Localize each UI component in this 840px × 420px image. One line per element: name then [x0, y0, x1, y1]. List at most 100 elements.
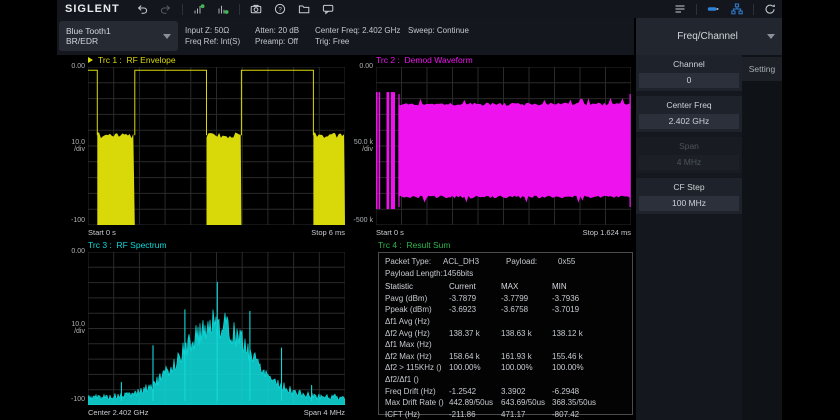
control-cf-step[interactable]: CF Step100 MHz: [636, 178, 742, 214]
settings-field: Input Z: 50ΩFreq Ref: Int(S): [185, 25, 240, 47]
payload-label: Payload:: [506, 256, 537, 268]
stat-name: Δf1 Avg (Hz): [385, 316, 430, 328]
settings-field: Sweep: Continue: [408, 25, 469, 36]
signal-down-icon[interactable]: [216, 2, 230, 16]
active-trace-marker-icon: [88, 57, 93, 63]
undo-icon[interactable]: [135, 2, 149, 16]
lan-icon[interactable]: [730, 2, 744, 16]
trc2-demod-waveform-plot[interactable]: [376, 67, 631, 225]
result-sum-table: Packet Type: ACL_DH3 Payload: 0x55 Paylo…: [378, 252, 633, 415]
stat-value: -3.7019: [552, 304, 579, 316]
settings-field: Center Freq: 2.402 GHzTrig: Free: [315, 25, 400, 47]
chevron-down-icon: [163, 34, 171, 39]
trc3-rf-spectrum-plot[interactable]: [88, 252, 345, 405]
table-row: Packet Type: ACL_DH3 Payload: 0x55: [379, 256, 632, 268]
reset-icon[interactable]: [763, 2, 777, 16]
column-header: Current: [449, 281, 476, 293]
trc3-x-center: Center 2.402 GHz: [88, 408, 148, 417]
toolbar-right-icons: [668, 0, 782, 18]
trc1-title: Trc 1 : RF Envelope: [88, 55, 176, 65]
table-row: Freq Drift (Hz) -1.2542 3.3902 -6.2948: [379, 386, 632, 398]
trc1-x-stop: Stop 6 ms: [245, 228, 345, 237]
measure-mode-dropdown[interactable]: Blue Tooth1 BR/EDR: [59, 21, 178, 51]
stat-value: 100.00%: [552, 362, 584, 374]
stat-value: -3.7936: [552, 293, 579, 305]
trc1-y-top: 0.00: [55, 63, 85, 70]
control-value[interactable]: 100 MHz: [639, 196, 739, 211]
stat-value: 155.46 k: [552, 351, 583, 363]
menu-header-dropdown[interactable]: Freq/Channel: [636, 18, 782, 55]
control-value: 4 MHz: [639, 155, 739, 170]
panel-controls: Channel0 Center Freq2.402 GHz Span4 MHz CF …: [636, 55, 742, 420]
column-header: MAX: [501, 281, 518, 293]
stat-name: Ppeak (dBm): [385, 304, 432, 316]
trc3-y-bottom: -100: [55, 396, 85, 403]
tab-setting[interactable]: Setting: [742, 57, 782, 81]
stat-value: 442.89/50us: [449, 397, 493, 409]
table-row: Δf2/Δf1 (): [379, 374, 632, 386]
trc1-y-mid: 10.0/div: [55, 139, 85, 153]
table-row: Δf1 Max (Hz): [379, 339, 632, 351]
control-center-freq[interactable]: Center Freq2.402 GHz: [636, 96, 742, 132]
settings-bar: Blue Tooth1 BR/EDR Input Z: 50ΩFreq Ref:…: [57, 18, 634, 55]
table-row: Payload Length: 1456bits: [379, 268, 632, 280]
usb-icon[interactable]: [706, 2, 720, 16]
stat-name: Δf2 Max (Hz): [385, 351, 432, 363]
control-span: Span4 MHz: [636, 137, 742, 173]
trc4-title: Trc 4 : Result Sum: [378, 240, 450, 250]
stat-name: Pavg (dBm): [385, 293, 427, 305]
setting-column: Setting: [742, 55, 782, 420]
chevron-down-icon: [767, 34, 775, 39]
trc3-title: Trc 3 : RF Spectrum: [88, 240, 167, 250]
analyzer-screen: SIGLENT ? Blue Tooth1 BR/EDR Input Z: 50…: [0, 0, 840, 420]
stat-name: Δf1 Max (Hz): [385, 339, 432, 351]
trc2-x-stop: Stop 1.624 ms: [531, 228, 631, 237]
stat-value: -1.2542: [449, 386, 476, 398]
stat-name: Freq Drift (Hz): [385, 386, 436, 398]
trc1-x-start: Start 0 s: [88, 228, 116, 237]
settings-field: Atten: 20 dBPreamp: Off: [255, 25, 299, 47]
stat-name: Δf2 Avg (Hz): [385, 328, 430, 340]
stat-value: 368.35/50us: [552, 397, 596, 409]
folder-icon[interactable]: [297, 2, 311, 16]
control-channel[interactable]: Channel0: [636, 55, 742, 91]
control-label: Channel: [636, 55, 742, 73]
stat-value: 643.69/50us: [501, 397, 545, 409]
stat-value: 100.00%: [501, 362, 533, 374]
stat-value: 3.3902: [501, 386, 525, 398]
stat-name: Max Drift Rate (): [385, 397, 444, 409]
stat-value: -3.7879: [449, 293, 476, 305]
table-row: Δf2 > 115KHz ()100.00%100.00%100.00%: [379, 362, 632, 374]
stat-name: ICFT (Hz): [385, 409, 420, 420]
payload-length-value: 1456bits: [443, 268, 473, 280]
control-label: Span: [636, 137, 742, 155]
table-row: Δf1 Avg (Hz): [379, 316, 632, 328]
camera-icon[interactable]: [249, 2, 263, 16]
chat-icon[interactable]: [321, 2, 335, 16]
control-value[interactable]: 0: [639, 73, 739, 88]
table-header-row: StatisticCurrentMAXMIN: [379, 281, 632, 293]
trc3-x-span: Span 4 MHz: [245, 408, 345, 417]
redo-icon[interactable]: [159, 2, 173, 16]
trc2-y-mid: 50.0 k/div: [344, 139, 373, 153]
help-icon[interactable]: ?: [273, 2, 287, 16]
signal-up-icon[interactable]: [192, 2, 206, 16]
menu-icon[interactable]: [673, 2, 687, 16]
toolbar-separator: [696, 4, 697, 15]
trc2-x-start: Start 0 s: [376, 228, 404, 237]
table-row: Δf2 Avg (Hz)138.37 k138.63 k138.12 k: [379, 328, 632, 340]
toolbar-separator: [753, 4, 754, 15]
stat-value: 138.37 k: [449, 328, 480, 340]
packet-type-label: Packet Type:: [385, 256, 431, 268]
stat-value: 161.93 k: [501, 351, 532, 363]
trc2-y-bottom: -500 k: [344, 217, 373, 224]
side-panel: Channel0 Center Freq2.402 GHz Span4 MHz CF …: [636, 55, 782, 420]
trc1-rf-envelope-plot[interactable]: [88, 67, 345, 225]
stat-value: -6.2948: [552, 386, 579, 398]
trc2-y-top: 0.00: [344, 63, 373, 70]
stat-value: 138.12 k: [552, 328, 583, 340]
stat-value: -3.6758: [501, 304, 528, 316]
control-label: Center Freq: [636, 96, 742, 114]
payload-length-label: Payload Length:: [385, 268, 443, 280]
control-value[interactable]: 2.402 GHz: [639, 114, 739, 129]
